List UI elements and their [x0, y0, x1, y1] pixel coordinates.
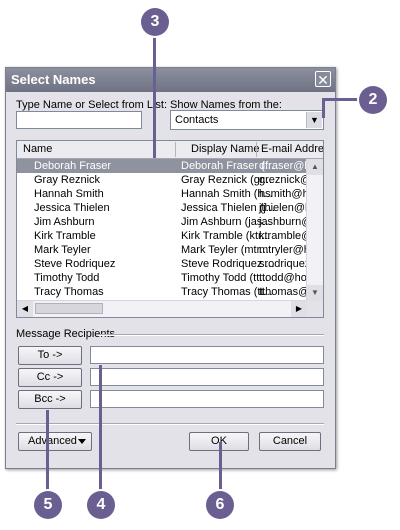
column-display-name[interactable]: Display Name [191, 143, 259, 155]
scroll-right-icon[interactable]: ▶ [291, 301, 307, 317]
callout-2-badge: 2 [359, 86, 387, 114]
contact-name: Tracy Thomas [34, 286, 104, 298]
contact-email: dfraser@h [259, 160, 307, 172]
scroll-up-icon[interactable]: ▲ [307, 159, 323, 175]
list-header: Name Display Name E-mail Addre [17, 141, 323, 159]
scroll-left-icon[interactable]: ◀ [17, 301, 33, 317]
column-divider[interactable] [175, 142, 176, 157]
contact-display-name: Kirk Tramble (ktr... [181, 230, 271, 242]
list-item[interactable]: Gray Reznick Gray Reznick (gr... greznic… [17, 173, 307, 187]
contact-name: Timothy Todd [34, 272, 100, 284]
contact-email: greznick@h [259, 174, 307, 186]
contact-name: Mark Teyler [34, 244, 91, 256]
list-item[interactable]: Timothy Todd Timothy Todd (tt... ttodd@h… [17, 271, 307, 285]
callout-3-leader [153, 36, 156, 158]
contact-display-name: Timothy Todd (tt... [181, 272, 269, 284]
list-body: Deborah Fraser Deborah Fraser (... dfras… [17, 159, 307, 301]
callout-2-leader [322, 98, 362, 101]
bcc-field[interactable] [90, 390, 324, 408]
scroll-down-icon[interactable]: ▼ [307, 285, 323, 301]
list-item[interactable]: Deborah Fraser Deborah Fraser (... dfras… [17, 159, 307, 173]
chevron-down-icon [78, 439, 86, 444]
list-item[interactable]: Kirk Tramble Kirk Tramble (ktr... ktramb… [17, 229, 307, 243]
callout-6-badge: 6 [206, 491, 234, 519]
to-field[interactable] [90, 346, 324, 364]
contact-email: jashburn@ [259, 216, 307, 228]
horizontal-scrollbar[interactable]: ◀ ▶ [17, 300, 307, 317]
advanced-label: Advanced [28, 435, 77, 447]
callout-3-badge: 3 [141, 8, 169, 36]
type-name-input[interactable] [16, 111, 142, 129]
contact-display-name: Mark Teyler (mtr... [181, 244, 269, 256]
callout-2-leader [322, 98, 325, 118]
callout-6-leader [219, 442, 222, 492]
contact-email: hsmith@ho [259, 188, 307, 200]
footer-divider [16, 423, 324, 425]
callout-4-badge: 4 [87, 491, 115, 519]
contact-email: mtryler@h [259, 244, 307, 256]
scroll-thumb[interactable] [35, 303, 103, 314]
contact-name: Hannah Smith [34, 188, 104, 200]
title-bar: Select Names ✕ [6, 68, 335, 92]
contact-email: ttodd@hor [259, 272, 307, 284]
column-divider[interactable] [256, 142, 257, 157]
column-email[interactable]: E-mail Addre [261, 143, 323, 155]
close-icon[interactable]: ✕ [315, 71, 331, 88]
dialog-title: Select Names [11, 72, 96, 87]
contact-name: Steve Rodriquez [34, 258, 116, 270]
recipients-divider [98, 334, 324, 336]
bcc-button[interactable]: Bcc -> [18, 390, 82, 409]
contact-email: tthomas@h [259, 286, 307, 298]
list-item[interactable]: Jim Ashburn Jim Ashburn (jas... jashburn… [17, 215, 307, 229]
contact-name: Kirk Tramble [34, 230, 96, 242]
callout-4-leader [99, 365, 102, 491]
callout-5-badge: 5 [34, 491, 62, 519]
vertical-scrollbar[interactable]: ▲ ▼ [306, 159, 323, 301]
contact-email: jthielen@h [259, 202, 307, 214]
list-item[interactable]: Jessica Thielen Jessica Thielen (j... jt… [17, 201, 307, 215]
cancel-button[interactable]: Cancel [259, 432, 321, 451]
contact-name: Deborah Fraser [34, 160, 112, 172]
contact-display-name: Jim Ashburn (jas... [181, 216, 272, 228]
contact-email: ktramble@ [259, 230, 307, 242]
chevron-down-icon[interactable]: ▼ [306, 112, 322, 128]
list-item[interactable]: Mark Teyler Mark Teyler (mtr... mtryler@… [17, 243, 307, 257]
contact-name: Gray Reznick [34, 174, 101, 186]
cc-field[interactable] [90, 368, 324, 386]
address-book-value: Contacts [175, 114, 219, 126]
contact-name: Jessica Thielen [34, 202, 110, 214]
cc-button[interactable]: Cc -> [18, 368, 82, 387]
scrollbar-corner [307, 301, 323, 317]
column-name[interactable]: Name [23, 143, 52, 155]
list-item[interactable]: Hannah Smith Hannah Smith (h... hsmith@h… [17, 187, 307, 201]
list-item[interactable]: Steve Rodriquez Steve Rodriquez ... srod… [17, 257, 307, 271]
contact-name: Jim Ashburn [34, 216, 95, 228]
callout-5-leader [46, 410, 49, 490]
to-button[interactable]: To -> [18, 346, 82, 365]
names-list[interactable]: Name Display Name E-mail Addre Deborah F… [16, 140, 324, 318]
address-book-select[interactable]: Contacts ▼ [170, 110, 324, 130]
type-name-label: Type Name or Select from List: [16, 99, 167, 111]
contact-email: srodriquez [259, 258, 307, 270]
list-item[interactable]: Tracy Thomas Tracy Thomas (tt... tthomas… [17, 285, 307, 299]
select-names-dialog: Select Names ✕ Type Name or Select from … [5, 67, 336, 469]
advanced-button[interactable]: Advanced [18, 432, 92, 451]
